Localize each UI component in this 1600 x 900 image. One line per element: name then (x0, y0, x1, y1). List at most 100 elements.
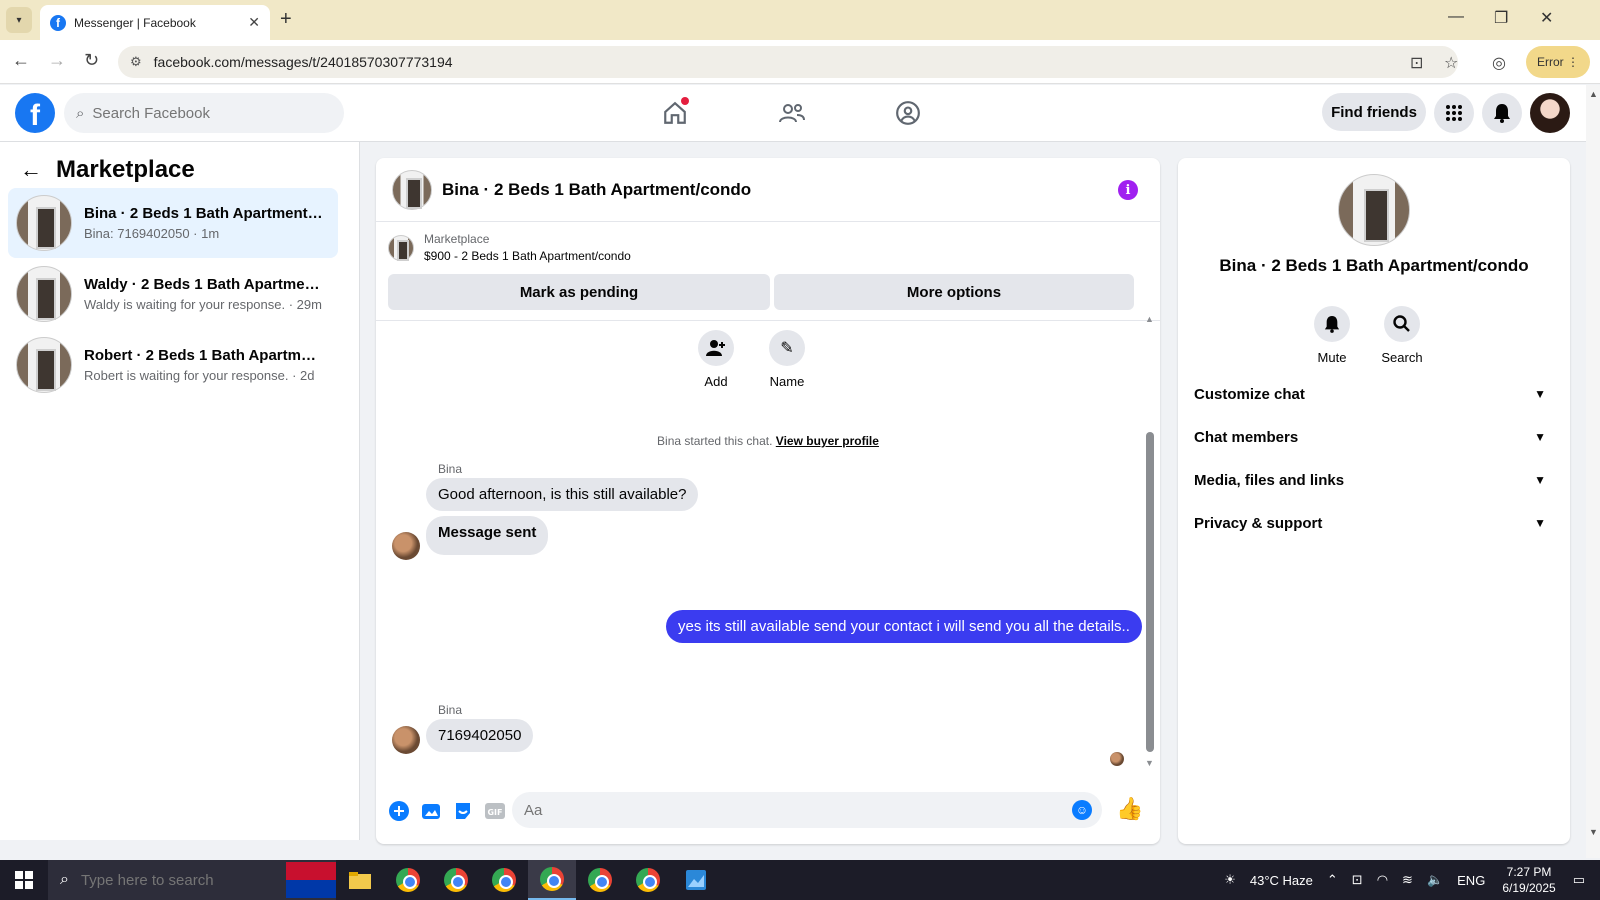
chrome-icon[interactable] (480, 860, 528, 900)
sender-avatar[interactable] (392, 726, 420, 754)
gif-icon[interactable]: GIF (480, 796, 510, 826)
site-info-icon[interactable]: ⚙ (130, 54, 142, 70)
facebook-search[interactable]: ⌕ (64, 93, 344, 133)
weather-text[interactable]: 43°C Haze (1250, 873, 1313, 888)
chat-members-section[interactable]: Chat members ▼ (1194, 417, 1554, 457)
install-app-icon[interactable]: ⊡ (1410, 53, 1423, 73)
view-buyer-profile-link[interactable]: View buyer profile (776, 434, 879, 448)
plus-circle-icon[interactable] (384, 796, 414, 826)
restore-button[interactable]: ❐ (1494, 8, 1508, 28)
chrome-icon[interactable] (528, 860, 576, 900)
tab-search-button[interactable]: ▾ (6, 7, 32, 33)
more-options-button[interactable]: More options (774, 274, 1134, 310)
name-action[interactable]: ✎ Name (757, 330, 817, 389)
sender-avatar[interactable] (392, 532, 420, 560)
wifi-icon[interactable]: ≋ (1402, 872, 1413, 888)
thumbs-up-icon[interactable]: 👍 (1116, 796, 1143, 822)
add-person-action[interactable]: Add (686, 330, 746, 389)
language-indicator[interactable]: ENG (1457, 873, 1485, 888)
groups-icon[interactable] (888, 97, 928, 129)
emoji-icon[interactable]: ☺ (1072, 800, 1092, 820)
chrome-icon[interactable] (384, 860, 432, 900)
clock-date: 6/19/2025 (1502, 881, 1556, 895)
message-input[interactable] (524, 801, 1072, 819)
url-field[interactable]: ⚙ facebook.com/messages/t/24018570307773… (118, 46, 1458, 78)
notification-center-icon[interactable]: ▭ (1573, 872, 1585, 888)
conversation-item[interactable]: Waldy · 2 Beds 1 Bath Apartmen... Waldy … (8, 259, 338, 329)
chat-start-text: Bina started this chat. (657, 434, 773, 448)
photo-icon[interactable] (416, 796, 446, 826)
mute-action[interactable]: Mute (1302, 306, 1362, 365)
network-icon[interactable]: ◠ (1377, 872, 1388, 888)
page-scroll-down-icon[interactable]: ▼ (1589, 827, 1598, 837)
conversation-item[interactable]: Robert · 2 Beds 1 Bath Apartmen... Rober… (8, 330, 338, 400)
tab-close-icon[interactable]: ✕ (248, 14, 260, 31)
scroll-thumb[interactable] (1146, 432, 1154, 752)
section-label: Media, files and links (1194, 471, 1345, 489)
facebook-search-input[interactable] (92, 104, 313, 122)
meet-now-icon[interactable]: ⊡ (1352, 872, 1363, 888)
facebook-favicon-icon: f (50, 14, 66, 31)
chrome-icon[interactable] (432, 860, 480, 900)
taskbar-search-input[interactable] (80, 871, 251, 889)
home-icon[interactable] (655, 97, 695, 129)
sticker-icon[interactable] (448, 796, 478, 826)
listing-summary[interactable]: Marketplace $900 - 2 Beds 1 Bath Apartme… (388, 232, 631, 263)
forward-button[interactable]: → (48, 50, 66, 71)
search-action[interactable]: Search (1372, 306, 1432, 365)
incoming-message[interactable]: 7169402050 (426, 719, 534, 752)
notifications-bell-icon[interactable] (1482, 93, 1522, 133)
sender-name: Bina (438, 703, 463, 717)
scroll-down-icon[interactable]: ▼ (1145, 758, 1154, 768)
message-input-box[interactable]: ☺ (512, 792, 1102, 828)
chrome-icon[interactable] (576, 860, 624, 900)
chevron-up-icon[interactable]: ⌃ (1327, 872, 1338, 888)
back-arrow-icon[interactable]: ← (20, 157, 42, 183)
minimize-button[interactable]: — (1448, 8, 1464, 26)
find-friends-button[interactable]: Find friends (1322, 93, 1426, 131)
incoming-message[interactable]: Message sent (426, 516, 549, 555)
profile-avatar[interactable] (1530, 93, 1570, 133)
incoming-message[interactable]: Good afternoon, is this still available? (426, 478, 699, 511)
file-explorer-icon[interactable] (336, 860, 384, 900)
close-window-button[interactable]: ✕ (1540, 8, 1553, 28)
outgoing-message[interactable]: yes its still available send your contac… (666, 610, 1142, 643)
page-scrollbar[interactable]: ▲ ▼ (1586, 85, 1600, 858)
volume-icon[interactable]: 🔈 (1427, 872, 1443, 888)
profile-error-button[interactable]: Error ⋮ (1526, 46, 1590, 78)
chat-thumbnail[interactable] (392, 169, 432, 210)
new-tab-button[interactable]: + (280, 8, 292, 31)
browser-tab-bar: ▾ f Messenger | Facebook ✕ + — ❐ ✕ (0, 0, 1600, 40)
browser-tab[interactable]: f Messenger | Facebook ✕ (40, 5, 270, 40)
account-icon[interactable]: ◎ (1492, 53, 1506, 73)
clock[interactable]: 7:27 PM 6/19/2025 (1502, 864, 1555, 896)
chevron-down-icon: ▼ (1534, 473, 1546, 487)
back-button[interactable]: ← (12, 50, 30, 71)
page-scroll-up-icon[interactable]: ▲ (1589, 89, 1598, 99)
mute-label: Mute (1317, 350, 1347, 365)
info-icon[interactable]: i (1118, 180, 1138, 200)
photos-app-icon[interactable] (672, 860, 720, 900)
info-thumbnail[interactable] (1338, 174, 1410, 246)
media-files-links-section[interactable]: Media, files and links ▼ (1194, 460, 1554, 500)
taskbar-search[interactable]: ⌕ (48, 860, 336, 900)
conversation-item[interactable]: Bina · 2 Beds 1 Bath Apartment/... Bina:… (8, 188, 338, 258)
facebook-header: f ⌕ Find friends (0, 85, 1586, 142)
mark-pending-button[interactable]: Mark as pending (388, 274, 770, 310)
search-icon: ⌕ (76, 104, 85, 122)
friends-icon[interactable] (772, 97, 812, 129)
scroll-up-icon[interactable]: ▲ (1145, 314, 1154, 324)
conversation-name: Bina · 2 Beds 1 Bath Apartment/... (84, 205, 324, 222)
customize-chat-section[interactable]: Customize chat ▼ (1194, 374, 1554, 414)
privacy-support-section[interactable]: Privacy & support ▼ (1194, 503, 1554, 543)
conversation-preview: Robert is waiting for your response. · 2… (84, 368, 315, 383)
chat-title[interactable]: Bina · 2 Beds 1 Bath Apartment/condo (442, 180, 751, 200)
facebook-logo-icon[interactable]: f (15, 93, 55, 133)
chat-scrollbar[interactable]: ▲ ▼ (1145, 314, 1154, 772)
weather-icon[interactable]: ☀ (1224, 872, 1236, 888)
bookmark-star-icon[interactable]: ☆ (1444, 53, 1458, 73)
chrome-icon[interactable] (624, 860, 672, 900)
menu-grid-icon[interactable] (1434, 93, 1474, 133)
windows-start-icon[interactable] (0, 860, 48, 900)
reload-button[interactable]: ↻ (84, 50, 99, 71)
